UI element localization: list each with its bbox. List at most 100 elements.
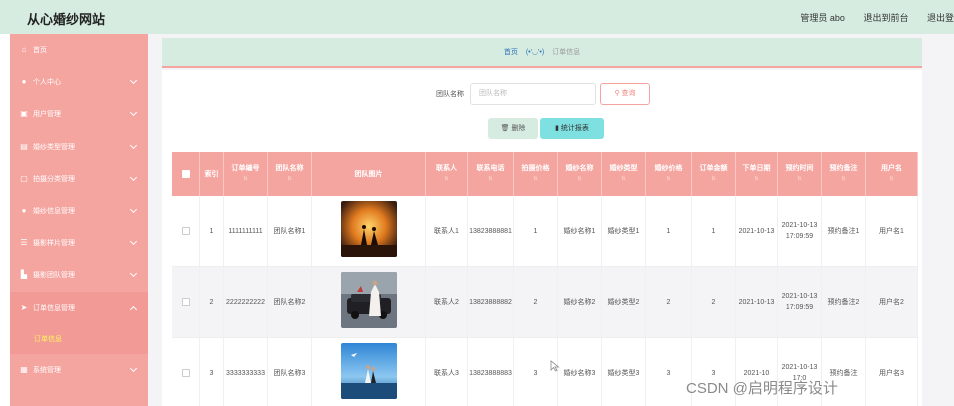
column-header[interactable]: 下单日期 ⇅ bbox=[736, 152, 778, 196]
column-header-label: 团队名称 bbox=[275, 165, 304, 172]
logout-link[interactable]: 退出登 bbox=[927, 13, 954, 23]
sort-icon[interactable]: ⇅ bbox=[243, 175, 247, 184]
top-bar: 从心婚纱网站 管理员 abo 退出到前台 退出登 bbox=[0, 0, 954, 34]
team-icon: ▙ bbox=[20, 270, 28, 280]
row-checkbox[interactable] bbox=[181, 298, 190, 306]
sort-icon[interactable]: ⇅ bbox=[621, 175, 625, 184]
cell-text: 联系人2 bbox=[434, 298, 459, 306]
sidebar-item-9[interactable]: ▦ 系统管理 bbox=[10, 354, 148, 386]
sort-icon[interactable]: ⇅ bbox=[666, 175, 670, 184]
sort-icon[interactable]: ⇅ bbox=[797, 175, 801, 184]
cell-text: 团队名称2 bbox=[273, 298, 306, 306]
chevron-down-icon bbox=[129, 173, 138, 181]
table-cell: 婚纱名称2 bbox=[558, 267, 602, 337]
cell-text: 2 bbox=[533, 298, 538, 306]
select-all-checkbox[interactable] bbox=[181, 170, 190, 178]
row-checkbox[interactable] bbox=[181, 369, 190, 377]
search-label: 团队名称 bbox=[436, 91, 464, 98]
column-header[interactable]: 拍摄价格 ⇅ bbox=[514, 152, 558, 196]
cell-text: 2021-10-13 bbox=[738, 298, 775, 306]
table-cell: 2 bbox=[200, 267, 224, 337]
action-row: 🗑 删除 ▮ 统计报表 bbox=[488, 118, 604, 139]
sidebar: ⌂ 首页 ● 个人中心 ▣ 用户管理 ▤ 婚纱类型管理 ▢ 拍摄分类管理 ● 婚纱信息管理 ☰ 摄影样片管… bbox=[10, 34, 148, 406]
submenu-order-info[interactable]: 订单信息 bbox=[10, 323, 148, 354]
cell-text: 婚纱名称1 bbox=[563, 227, 596, 235]
wedding-photo-beach[interactable] bbox=[340, 343, 397, 403]
sort-icon[interactable]: ⇅ bbox=[711, 175, 715, 184]
report-button-label: 统计报表 bbox=[560, 125, 589, 132]
cell-text: 用户名2 bbox=[879, 298, 904, 306]
admin-user-label[interactable]: 管理员 abo bbox=[800, 13, 845, 23]
sort-icon[interactable]: ⇅ bbox=[444, 175, 448, 184]
sidebar-item-1[interactable]: ● 个人中心 bbox=[10, 66, 148, 98]
cell-text: 2 bbox=[711, 298, 716, 306]
table-cell: 13823888881 bbox=[468, 196, 514, 266]
sort-icon[interactable]: ⇅ bbox=[488, 175, 492, 184]
select-all-header[interactable] bbox=[172, 152, 200, 196]
table-row[interactable]: 2 2222222222 团队名称2 联系人2 13823888882 2 婚纱名称2 婚纱类… bbox=[172, 267, 918, 338]
top-right-links: 管理员 abo 退出到前台 退出登 bbox=[784, 11, 954, 24]
sidebar-item-7[interactable]: ▙ 摄影团队管理 bbox=[10, 259, 148, 291]
sidebar-item-5[interactable]: ● 婚纱信息管理 bbox=[10, 195, 148, 227]
column-header[interactable]: 用户名 ⇅ bbox=[866, 152, 918, 196]
sidebar-item-3[interactable]: ▤ 婚纱类型管理 bbox=[10, 131, 148, 163]
sort-icon[interactable]: ⇅ bbox=[287, 175, 291, 184]
sidebar-item-2[interactable]: ▣ 用户管理 bbox=[10, 98, 148, 130]
sort-icon[interactable]: ⇅ bbox=[889, 175, 893, 184]
breadcrumb-home[interactable]: 首页 bbox=[504, 49, 518, 56]
column-header-label: 订单金额 bbox=[699, 165, 728, 172]
delete-button[interactable]: 🗑 删除 bbox=[488, 118, 538, 139]
table-cell: 2222222222 bbox=[224, 267, 268, 337]
chevron-down-icon bbox=[129, 364, 138, 372]
column-header-label: 用户名 bbox=[881, 165, 902, 172]
column-header[interactable]: 索引 bbox=[200, 152, 224, 196]
sidebar-item-0[interactable]: ⌂ 首页 bbox=[10, 34, 148, 66]
table-cell: 13823888883 bbox=[468, 338, 514, 406]
report-button[interactable]: ▮ 统计报表 bbox=[540, 118, 604, 139]
table-cell: 2 bbox=[646, 267, 692, 337]
column-header[interactable]: 订单编号 ⇅ bbox=[224, 152, 268, 196]
sidebar-item-label: 订单信息管理 bbox=[33, 304, 75, 312]
column-header-label: 婚纱名称 bbox=[565, 165, 594, 172]
column-header[interactable]: 联系电话 ⇅ bbox=[468, 152, 514, 196]
sidebar-item-8[interactable]: ➤ 订单信息管理 bbox=[10, 291, 148, 324]
table-row[interactable]: 1 1111111111 团队名称1 联系人1 13823888881 1 婚纱名称1 婚纱类… bbox=[172, 196, 918, 267]
table-cell: 婚纱类型1 bbox=[602, 196, 646, 266]
column-header[interactable]: 订单金额 ⇅ bbox=[692, 152, 736, 196]
column-header-label: 订单编号 bbox=[231, 165, 260, 172]
search-button[interactable]: ⚲ 查询 bbox=[600, 83, 650, 105]
column-header[interactable]: 预约备注 ⇅ bbox=[822, 152, 866, 196]
sort-icon[interactable]: ⇅ bbox=[577, 175, 581, 184]
cell-text: 联系人1 bbox=[434, 227, 459, 235]
row-select-cell bbox=[172, 267, 200, 337]
cell-text: 3 bbox=[533, 369, 538, 377]
sort-icon[interactable]: ⇅ bbox=[841, 175, 845, 184]
table-cell: 团队名称2 bbox=[268, 267, 312, 337]
column-header[interactable]: 婚纱价格 ⇅ bbox=[646, 152, 692, 196]
front-link[interactable]: 退出到前台 bbox=[863, 13, 908, 23]
cell-text: 1 bbox=[533, 227, 538, 235]
watermark: CSDN @启明程序设计 bbox=[686, 380, 838, 397]
wedding-photo-car[interactable] bbox=[340, 272, 397, 332]
wedding-photo-sunset[interactable] bbox=[340, 201, 397, 261]
cell-text: 3333333333 bbox=[226, 369, 265, 377]
orders-table: 索引 订单编号 ⇅ 团队名称 ⇅ 团队图片 联系人 ⇅ 联系电话 ⇅ 拍摄价格 ⇅ 婚纱名称 ⇅ 婚纱类型 ⇅… bbox=[172, 152, 918, 406]
cell-text: 联系人3 bbox=[434, 369, 459, 377]
column-header-label: 拍摄价格 bbox=[521, 165, 550, 172]
column-header[interactable]: 联系人 ⇅ bbox=[426, 152, 468, 196]
sidebar-item-4[interactable]: ▢ 拍摄分类管理 bbox=[10, 163, 148, 195]
sidebar-item-6[interactable]: ☰ 摄影样片管理 bbox=[10, 227, 148, 259]
sort-icon[interactable]: ⇅ bbox=[533, 175, 537, 184]
team-name-search-input[interactable]: 团队名称 bbox=[470, 83, 596, 105]
row-checkbox[interactable] bbox=[181, 227, 190, 235]
column-header[interactable]: 婚纱类型 ⇅ bbox=[602, 152, 646, 196]
column-header[interactable]: 团队名称 ⇅ bbox=[268, 152, 312, 196]
column-header-label: 联系人 bbox=[436, 165, 457, 172]
cell-text: 婚纱名称3 bbox=[563, 369, 596, 377]
column-header[interactable]: 婚纱名称 ⇅ bbox=[558, 152, 602, 196]
column-header[interactable]: 预约时间 ⇅ bbox=[778, 152, 822, 196]
sort-icon[interactable]: ⇅ bbox=[754, 175, 758, 184]
person-icon: ● bbox=[21, 206, 27, 216]
column-header[interactable]: 团队图片 bbox=[312, 152, 426, 196]
sidebar-item-label: 用户管理 bbox=[33, 111, 61, 119]
